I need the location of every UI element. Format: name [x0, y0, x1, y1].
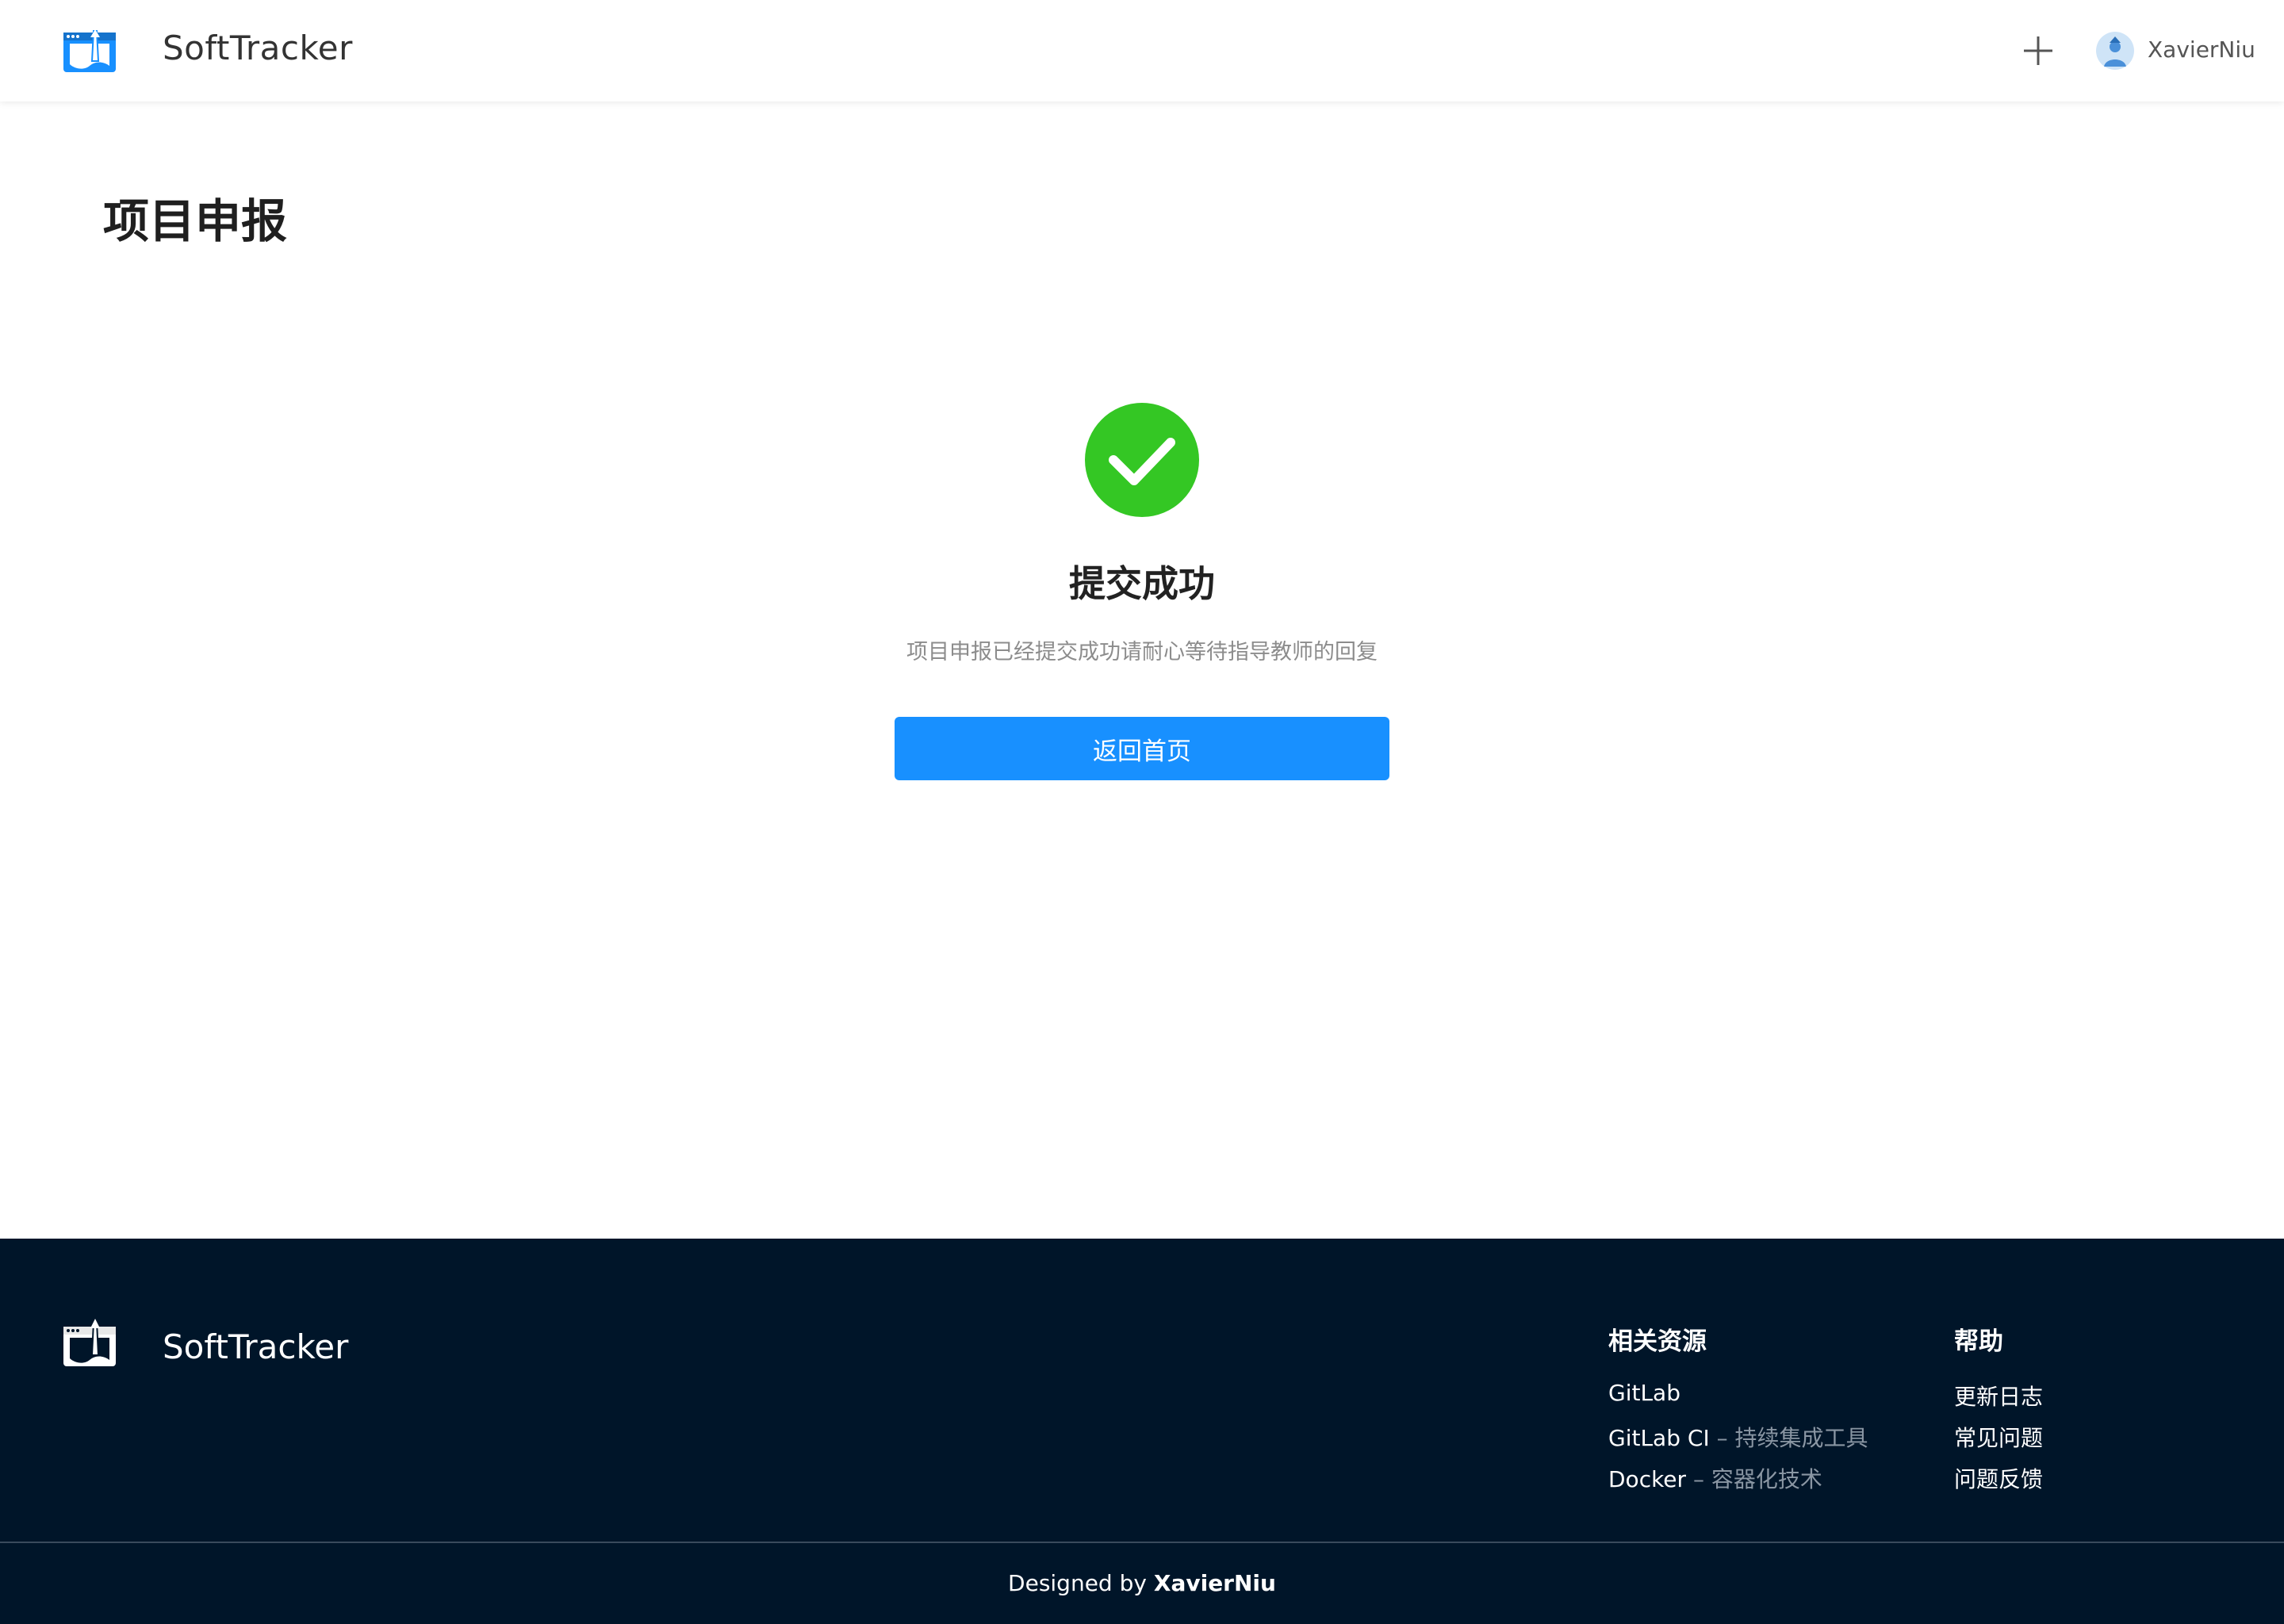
resource-link-docker[interactable]: Docker – 容器化技术	[1608, 1462, 1822, 1494]
help-link-changelog[interactable]: 更新日志	[1954, 1380, 2043, 1411]
user-name[interactable]: XavierNiu	[2148, 36, 2255, 63]
footer-divider	[0, 1542, 2284, 1543]
result-title: 提交成功	[1069, 562, 1215, 605]
user-avatar[interactable]	[2096, 32, 2134, 70]
resource-link-gitlab[interactable]: GitLab	[1608, 1380, 1680, 1406]
page-title: 项目申报	[103, 194, 288, 248]
back-home-button[interactable]: 返回首页	[895, 717, 1389, 780]
footer-logo-icon	[63, 1319, 116, 1368]
result-subtitle: 项目申报已经提交成功请耐心等待指导教师的回复	[906, 640, 1378, 665]
footer-credit: Designed by XavierNiu	[1008, 1570, 1276, 1596]
top-header: SoftTracker XavierNiu	[0, 0, 2284, 102]
brand-title[interactable]: SoftTracker	[163, 29, 353, 67]
footer-brand: SoftTracker	[163, 1327, 349, 1366]
resource-link-gitlab-ci[interactable]: GitLab CI – 持续集成工具	[1608, 1421, 1868, 1453]
add-button[interactable]	[2021, 33, 2056, 68]
resources-title: 相关资源	[1608, 1327, 1707, 1356]
softtracker-logo-icon[interactable]	[63, 29, 116, 74]
footer: SoftTracker 相关资源 GitLab GitLab CI – 持续集成…	[0, 1239, 2284, 1624]
credit-author[interactable]: XavierNiu	[1154, 1570, 1276, 1596]
help-link-feedback[interactable]: 问题反馈	[1954, 1462, 2043, 1494]
help-title: 帮助	[1954, 1327, 2003, 1356]
help-link-faq[interactable]: 常见问题	[1954, 1421, 2043, 1453]
plus-icon	[2024, 36, 2052, 65]
check-circle-icon	[1085, 403, 1199, 517]
